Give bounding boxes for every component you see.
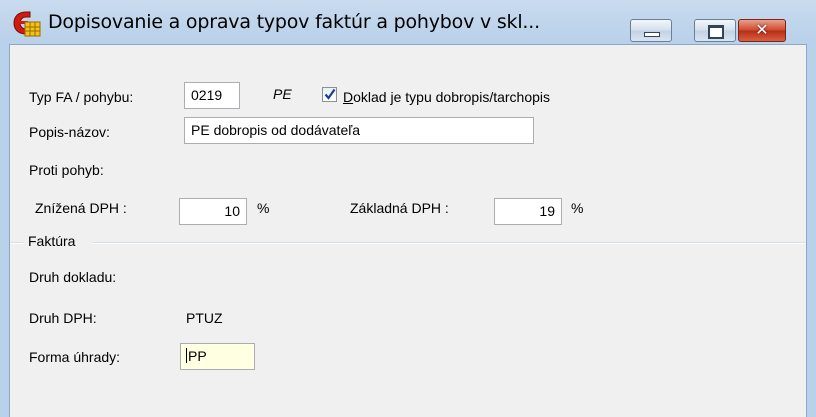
forma-uhrady-input[interactable]: PP [180,343,255,370]
dialog-window: Dopisovanie a oprava typov faktúr a pohy… [0,0,816,417]
typ-fa-label: Typ FA / pohybu: [29,89,134,105]
app-icon[interactable] [12,10,42,38]
druh-dph-label: Druh DPH: [29,310,97,326]
minimize-icon [644,32,660,37]
proti-pohyb-label: Proti pohyb: [29,162,104,178]
maximize-button[interactable] [694,19,736,42]
checkmark-icon [324,88,336,100]
znizena-dph-label: Znížená DPH : [35,200,127,216]
text-caret [186,348,187,363]
popis-nazov-label: Popis-názov: [29,124,110,140]
dobropis-checkbox[interactable] [322,87,337,102]
zakladna-dph-unit: % [571,200,584,216]
forma-uhrady-value: PP [188,348,207,364]
faktura-group-line-right [92,242,806,244]
typ-fa-input[interactable]: 0219 [184,82,240,109]
dobropis-accel-key: D [343,89,354,105]
typ-code-text: PE [273,86,292,102]
znizena-dph-input[interactable]: 10 [179,198,247,225]
druh-dokladu-label: Druh dokladu: [29,269,117,285]
title-bar[interactable]: Dopisovanie a oprava typov faktúr a pohy… [0,0,816,44]
minimize-button[interactable] [630,19,672,42]
window-title: Dopisovanie a oprava typov faktúr a pohy… [48,11,540,33]
zakladna-dph-label: Základná DPH : [350,200,449,216]
dialog-client-area: Typ FA / pohybu: 0219 PE Doklad je typu … [9,44,807,417]
popis-nazov-input[interactable]: PE dobropis od dodávateľa [184,117,534,144]
faktura-group-line-left [10,242,23,244]
faktura-group-title: Faktúra [28,233,76,249]
znizena-dph-unit: % [257,200,270,216]
close-icon: ✕ [755,20,769,39]
zakladna-dph-input[interactable]: 19 [494,198,562,225]
maximize-icon [708,25,724,39]
dobropis-label-text: oklad je typu dobropis/tarchopis [353,89,551,105]
dobropis-checkbox-label[interactable]: Doklad je typu dobropis/tarchopis [343,89,550,105]
close-button[interactable]: ✕ [738,19,786,42]
druh-dph-value: PTUZ [186,310,223,326]
forma-uhrady-label: Forma úhrady: [29,349,121,365]
